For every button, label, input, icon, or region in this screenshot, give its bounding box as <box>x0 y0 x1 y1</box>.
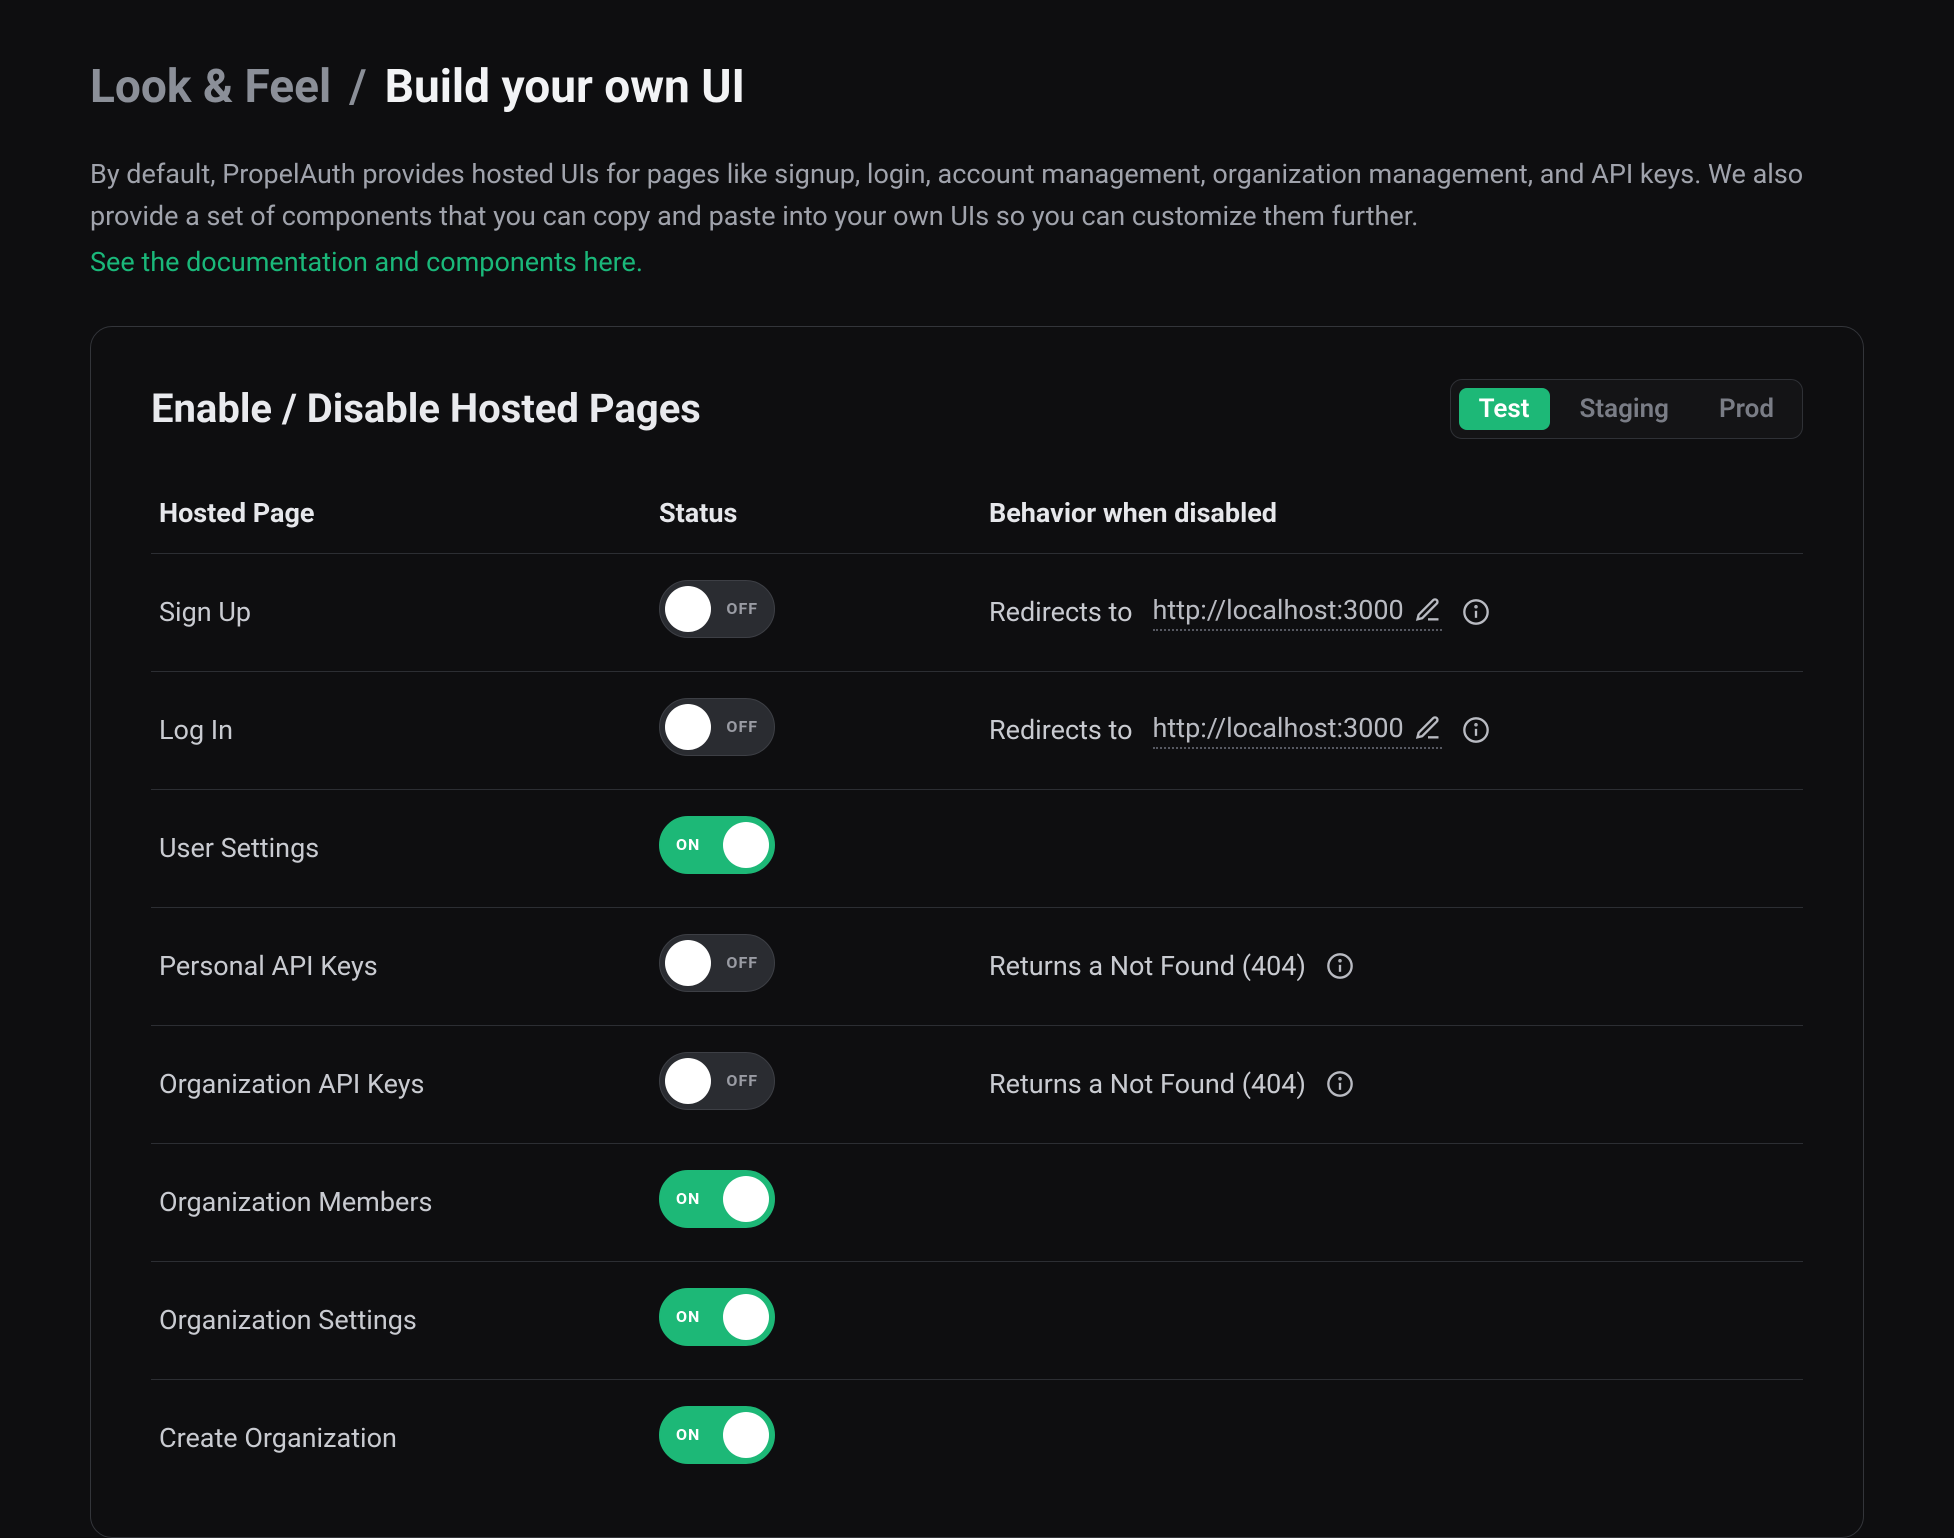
hosted-page-name: Organization Members <box>151 1143 651 1261</box>
info-icon[interactable] <box>1326 1070 1354 1098</box>
toggle-knob <box>723 1176 769 1222</box>
behavior-cell: Returns a Not Found (404) <box>981 907 1803 1025</box>
behavior-cell <box>981 1261 1803 1379</box>
hosted-page-name: Log In <box>151 671 651 789</box>
page-description: By default, PropelAuth provides hosted U… <box>90 154 1840 238</box>
column-header-status: Status <box>651 479 981 554</box>
edit-icon[interactable] <box>1414 714 1442 742</box>
status-toggle[interactable]: OFF <box>659 698 775 756</box>
column-header-behavior: Behavior when disabled <box>981 479 1803 554</box>
hosted-page-name: Sign Up <box>151 553 651 671</box>
breadcrumb-separator: / <box>349 60 367 114</box>
hosted-page-name: Create Organization <box>151 1379 651 1497</box>
edit-icon[interactable] <box>1414 596 1442 624</box>
hosted-page-name: Organization API Keys <box>151 1025 651 1143</box>
info-icon[interactable] <box>1462 716 1490 744</box>
tab-test[interactable]: Test <box>1459 388 1550 430</box>
behavior-text: Returns a Not Found (404) <box>989 950 1306 982</box>
behavior-cell <box>981 789 1803 907</box>
panel-title: Enable / Disable Hosted Pages <box>151 385 701 432</box>
info-icon[interactable] <box>1462 598 1490 626</box>
toggle-knob <box>723 822 769 868</box>
behavior-text: Returns a Not Found (404) <box>989 1068 1306 1100</box>
toggle-knob <box>665 704 711 750</box>
behavior-cell: Redirects to http://localhost:3000 <box>981 671 1803 789</box>
toggle-label: ON <box>676 1189 700 1208</box>
table-row: Organization Members ON <box>151 1143 1803 1261</box>
table-row: Personal API Keys OFF Returns a Not Found … <box>151 907 1803 1025</box>
toggle-knob <box>723 1294 769 1340</box>
hosted-page-name: Personal API Keys <box>151 907 651 1025</box>
toggle-label: OFF <box>726 717 758 736</box>
documentation-link[interactable]: See the documentation and components her… <box>90 246 643 278</box>
status-toggle[interactable]: ON <box>659 1170 775 1228</box>
redirect-url[interactable]: http://localhost:3000 <box>1153 712 1442 749</box>
environment-tabs: Test Staging Prod <box>1450 379 1803 439</box>
behavior-cell <box>981 1379 1803 1497</box>
breadcrumb: Look & Feel / Build your own UI <box>90 60 1864 114</box>
toggle-knob <box>723 1412 769 1458</box>
behavior-cell: Returns a Not Found (404) <box>981 1025 1803 1143</box>
table-row: Create Organization ON <box>151 1379 1803 1497</box>
breadcrumb-parent[interactable]: Look & Feel <box>90 60 331 114</box>
status-toggle[interactable]: OFF <box>659 934 775 992</box>
hosted-pages-table: Hosted Page Status Behavior when disable… <box>151 479 1803 1497</box>
toggle-knob <box>665 940 711 986</box>
redirect-prefix: Redirects to <box>989 714 1133 746</box>
toggle-label: ON <box>676 1425 700 1444</box>
toggle-label: OFF <box>726 1071 758 1090</box>
table-row: Organization API Keys OFF Returns a Not Fo… <box>151 1025 1803 1143</box>
toggle-label: ON <box>676 1307 700 1326</box>
status-toggle[interactable]: ON <box>659 1406 775 1464</box>
behavior-cell <box>981 1143 1803 1261</box>
tab-staging[interactable]: Staging <box>1560 388 1689 430</box>
table-row: Organization Settings ON <box>151 1261 1803 1379</box>
page-title: Build your own UI <box>385 60 745 114</box>
toggle-label: OFF <box>726 953 758 972</box>
status-toggle[interactable]: ON <box>659 1288 775 1346</box>
hosted-page-name: Organization Settings <box>151 1261 651 1379</box>
hosted-pages-panel: Enable / Disable Hosted Pages Test Stagi… <box>90 326 1864 1538</box>
toggle-knob <box>665 1058 711 1104</box>
toggle-knob <box>665 586 711 632</box>
status-toggle[interactable]: ON <box>659 816 775 874</box>
behavior-cell: Redirects to http://localhost:3000 <box>981 553 1803 671</box>
toggle-label: ON <box>676 835 700 854</box>
tab-prod[interactable]: Prod <box>1699 388 1794 430</box>
table-row: Log In OFF Redirects to http://localhost:30… <box>151 671 1803 789</box>
status-toggle[interactable]: OFF <box>659 580 775 638</box>
status-toggle[interactable]: OFF <box>659 1052 775 1110</box>
info-icon[interactable] <box>1326 952 1354 980</box>
hosted-page-name: User Settings <box>151 789 651 907</box>
table-row: Sign Up OFF Redirects to http://localhost:3… <box>151 553 1803 671</box>
table-row: User Settings ON <box>151 789 1803 907</box>
redirect-url[interactable]: http://localhost:3000 <box>1153 594 1442 631</box>
redirect-prefix: Redirects to <box>989 596 1133 628</box>
toggle-label: OFF <box>726 599 758 618</box>
column-header-hosted-page: Hosted Page <box>151 479 651 554</box>
